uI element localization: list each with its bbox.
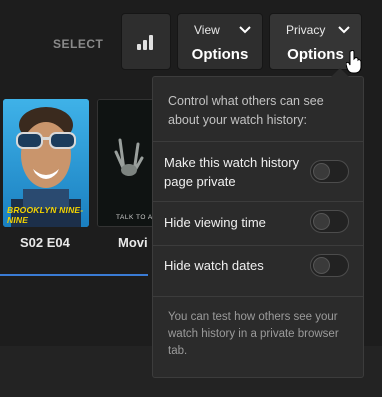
poster-caption: S02 E04 <box>20 235 70 250</box>
view-options-main-label: Options <box>191 46 249 63</box>
divider <box>153 141 363 142</box>
progress-line <box>0 274 148 276</box>
option-label: Make this watch history page private <box>164 155 300 189</box>
option-private-page: Make this watch history page private <box>153 153 363 193</box>
private-page-toggle[interactable] <box>310 160 349 183</box>
stats-button[interactable] <box>121 13 171 70</box>
poster-movie[interactable]: TALK TO A <box>97 99 157 227</box>
option-label: Hide watch dates <box>164 258 264 273</box>
view-options-small-label: View <box>194 23 220 37</box>
poster-caption: Movi <box>118 235 148 250</box>
option-hide-viewing-time: Hide viewing time <box>153 208 363 248</box>
divider <box>153 296 363 297</box>
divider <box>153 245 363 246</box>
poster-brooklyn-nine-nine[interactable]: BROOKLYN NINE-NINE <box>3 99 89 227</box>
poster-art <box>98 100 156 226</box>
option-label: Hide viewing time <box>164 215 266 230</box>
poster-title-art: TALK TO A <box>116 214 153 221</box>
poster-title-art: BROOKLYN NINE-NINE <box>7 205 84 225</box>
select-label[interactable]: SELECT <box>53 37 103 51</box>
chevron-down-icon <box>239 26 251 34</box>
toggle-knob <box>313 257 330 274</box>
view-options-button[interactable]: View Options <box>177 13 263 70</box>
privacy-options-dropdown: Control what others can see about your w… <box>152 68 364 378</box>
option-hide-watch-dates: Hide watch dates <box>153 251 363 291</box>
bar-chart-icon <box>137 35 153 50</box>
dropdown-intro: Control what others can see about your w… <box>168 94 324 127</box>
hand-cursor-icon <box>346 50 362 74</box>
hide-viewing-time-toggle[interactable] <box>310 210 349 233</box>
privacy-options-small-label: Privacy <box>286 23 326 37</box>
toggle-knob <box>313 163 330 180</box>
chevron-down-icon <box>338 26 350 34</box>
toggle-knob <box>313 213 330 230</box>
dropdown-footer: You can test how others see your watch h… <box>168 311 339 357</box>
hide-watch-dates-toggle[interactable] <box>310 254 349 277</box>
divider <box>153 201 363 202</box>
